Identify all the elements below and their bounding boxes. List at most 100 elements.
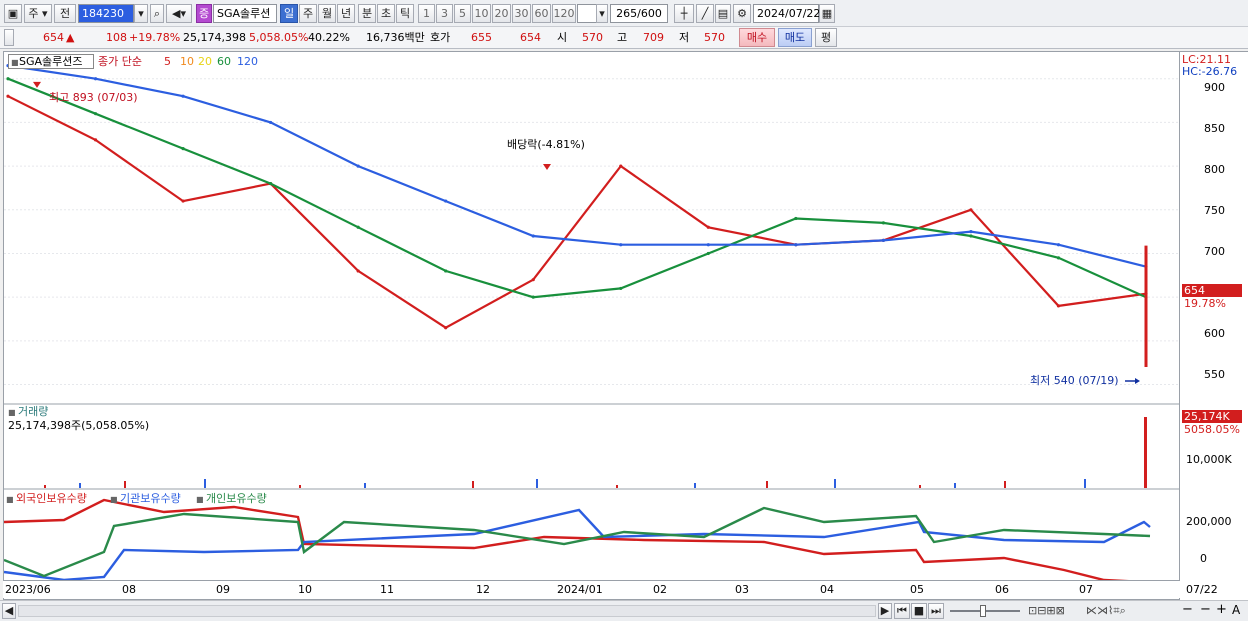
- high-marker: [33, 81, 41, 88]
- count-field[interactable]: 265/600: [610, 4, 668, 23]
- ma-point-60: [1056, 256, 1061, 260]
- x-label-06: 06: [995, 583, 1009, 596]
- quote-toggle-icon[interactable]: [4, 29, 14, 46]
- x-label-08: 08: [122, 583, 136, 596]
- interval-30[interactable]: 30: [512, 4, 531, 23]
- stock-dropdown-button[interactable]: ▾: [134, 4, 148, 23]
- ma-point-120: [1056, 243, 1061, 247]
- quote-high: 709: [643, 31, 664, 44]
- quote-bar: 654 ▲ 108 +19.78% 25,174,398 5,058.05% 4…: [0, 27, 1248, 49]
- auto-icon[interactable]: A: [1232, 603, 1240, 617]
- forward-icon[interactable]: ⏭: [928, 603, 944, 619]
- volume-bar: [1084, 479, 1086, 488]
- stock-code-input[interactable]: 184230: [78, 4, 134, 23]
- interval-20[interactable]: 20: [492, 4, 511, 23]
- x-label-07-22: 07/22: [1186, 583, 1218, 596]
- zoom-slider-handle[interactable]: [980, 605, 986, 617]
- calendar-icon[interactable]: ▦: [819, 4, 835, 23]
- period-year-label: 년: [340, 7, 352, 20]
- plus-icon[interactable]: +: [1216, 603, 1227, 617]
- eval-button[interactable]: 평: [815, 28, 837, 47]
- prev-label: 전: [59, 7, 71, 20]
- buy-button[interactable]: 매수: [739, 28, 775, 47]
- period-month[interactable]: 월: [318, 4, 336, 23]
- period-day[interactable]: 일: [280, 4, 298, 23]
- period-tick-label: 틱: [399, 7, 411, 20]
- volume-bar: [44, 485, 46, 488]
- x-label-2023-06: 2023/06: [5, 583, 51, 596]
- holding-tick-200000: 200,000: [1186, 515, 1232, 528]
- market-badge-label: 증: [198, 7, 210, 20]
- chart-area[interactable]: ■ SGA솔루션즈 종가 단순 5 10 20 60 120 최고 893 (07…: [3, 51, 1181, 600]
- stock-name-field[interactable]: SGA솔루션즈: [213, 4, 277, 23]
- quote-price: 654: [43, 31, 64, 44]
- ma-point-60: [531, 295, 535, 299]
- volume-title: 거래량: [18, 405, 49, 418]
- layout-icon[interactable]: ▣: [4, 4, 22, 23]
- period-tick[interactable]: 틱: [396, 4, 414, 23]
- volume-tag-pct: 5058.05%: [1184, 423, 1240, 436]
- period-year[interactable]: 년: [337, 4, 355, 23]
- candle-type-icon[interactable]: ┼: [674, 4, 694, 23]
- search-icon[interactable]: ⌕: [150, 4, 164, 23]
- price-stock-label: ■ SGA솔루션즈: [8, 54, 94, 69]
- ma-point-60: [619, 286, 623, 291]
- ma-point-120: [794, 243, 798, 247]
- buy-label: 매수: [746, 31, 768, 44]
- zoom-out-icon[interactable]: −: [1182, 603, 1193, 617]
- ma-point-5: [969, 208, 973, 212]
- save-icon[interactable]: ▤: [715, 4, 731, 23]
- ma-line-60: [7, 77, 1147, 299]
- stop-icon[interactable]: ■: [911, 603, 927, 619]
- ma-legend-10: 10: [180, 55, 194, 68]
- x-label-04: 04: [820, 583, 834, 596]
- top-toolbar: ▣ 주 ▾ 전 184230 ▾ ⌕ ◀▾ 증 SGA솔루션즈 일 주 월 년 …: [0, 0, 1248, 27]
- minus-icon[interactable]: −: [1200, 603, 1211, 617]
- scroll-left-icon[interactable]: ◀: [2, 603, 16, 619]
- period-second[interactable]: 초: [377, 4, 395, 23]
- ma-point-60: [794, 216, 798, 221]
- interval-30-label: 30: [514, 7, 529, 20]
- interval-10[interactable]: 10: [472, 4, 491, 23]
- ma-point-5: [356, 269, 360, 273]
- interval-3[interactable]: 3: [436, 4, 453, 23]
- price-stock-name: SGA솔루션즈: [19, 55, 83, 68]
- volume-tag-value: 25,174K: [1184, 410, 1230, 423]
- scroll-track[interactable]: [18, 605, 876, 617]
- date-input[interactable]: 2024/07/22: [753, 4, 820, 23]
- rewind-icon[interactable]: ⏮: [894, 603, 910, 619]
- sell-button[interactable]: 매도: [778, 28, 812, 47]
- gear-icon[interactable]: ⚙: [733, 4, 751, 23]
- ma-legend-title: 종가 단순: [98, 55, 142, 68]
- period-week[interactable]: 주: [299, 4, 317, 23]
- volume-bar: [79, 483, 81, 488]
- draw-tool-icon[interactable]: ╱: [696, 4, 714, 23]
- volume-bar-last: [1144, 417, 1147, 488]
- y-tick-600: 600: [1204, 327, 1225, 340]
- drawing-tools-icon[interactable]: ⋉⋊⌇⌗⌕: [1086, 604, 1126, 618]
- prev-button[interactable]: 전: [54, 4, 76, 23]
- count-value: 265: [616, 7, 638, 20]
- current-price-tag: 654: [1182, 284, 1242, 297]
- interval-120[interactable]: 120: [552, 4, 576, 23]
- interval-5[interactable]: 5: [454, 4, 471, 23]
- interval-1[interactable]: 1: [418, 4, 435, 23]
- volume-bar: [616, 485, 618, 488]
- period-day-label: 일: [283, 7, 295, 20]
- quote-change: 108: [106, 31, 127, 44]
- market-badge: 증: [196, 4, 212, 23]
- volume-bar: [954, 483, 956, 488]
- period-minute[interactable]: 분: [358, 4, 376, 23]
- speaker-icon[interactable]: ◀▾: [166, 4, 192, 23]
- x-axis: 2023/06 08 09 10 11 12 2024/01 02 03 04 …: [3, 580, 1218, 598]
- current-price-pct: 19.78%: [1184, 297, 1226, 310]
- scroll-right-icon[interactable]: ▶: [878, 603, 892, 619]
- quote-bid: 654: [520, 31, 541, 44]
- layout-tools-icon[interactable]: ⊡⊟⊞⊠: [1028, 604, 1065, 618]
- interval-dropdown-icon[interactable]: ▾: [596, 4, 608, 23]
- quote-low-label: 저: [679, 31, 690, 44]
- y-tick-750: 750: [1204, 204, 1225, 217]
- interval-60[interactable]: 60: [532, 4, 551, 23]
- period-type-select[interactable]: 주 ▾: [24, 4, 52, 23]
- ma-point-5: [531, 278, 535, 282]
